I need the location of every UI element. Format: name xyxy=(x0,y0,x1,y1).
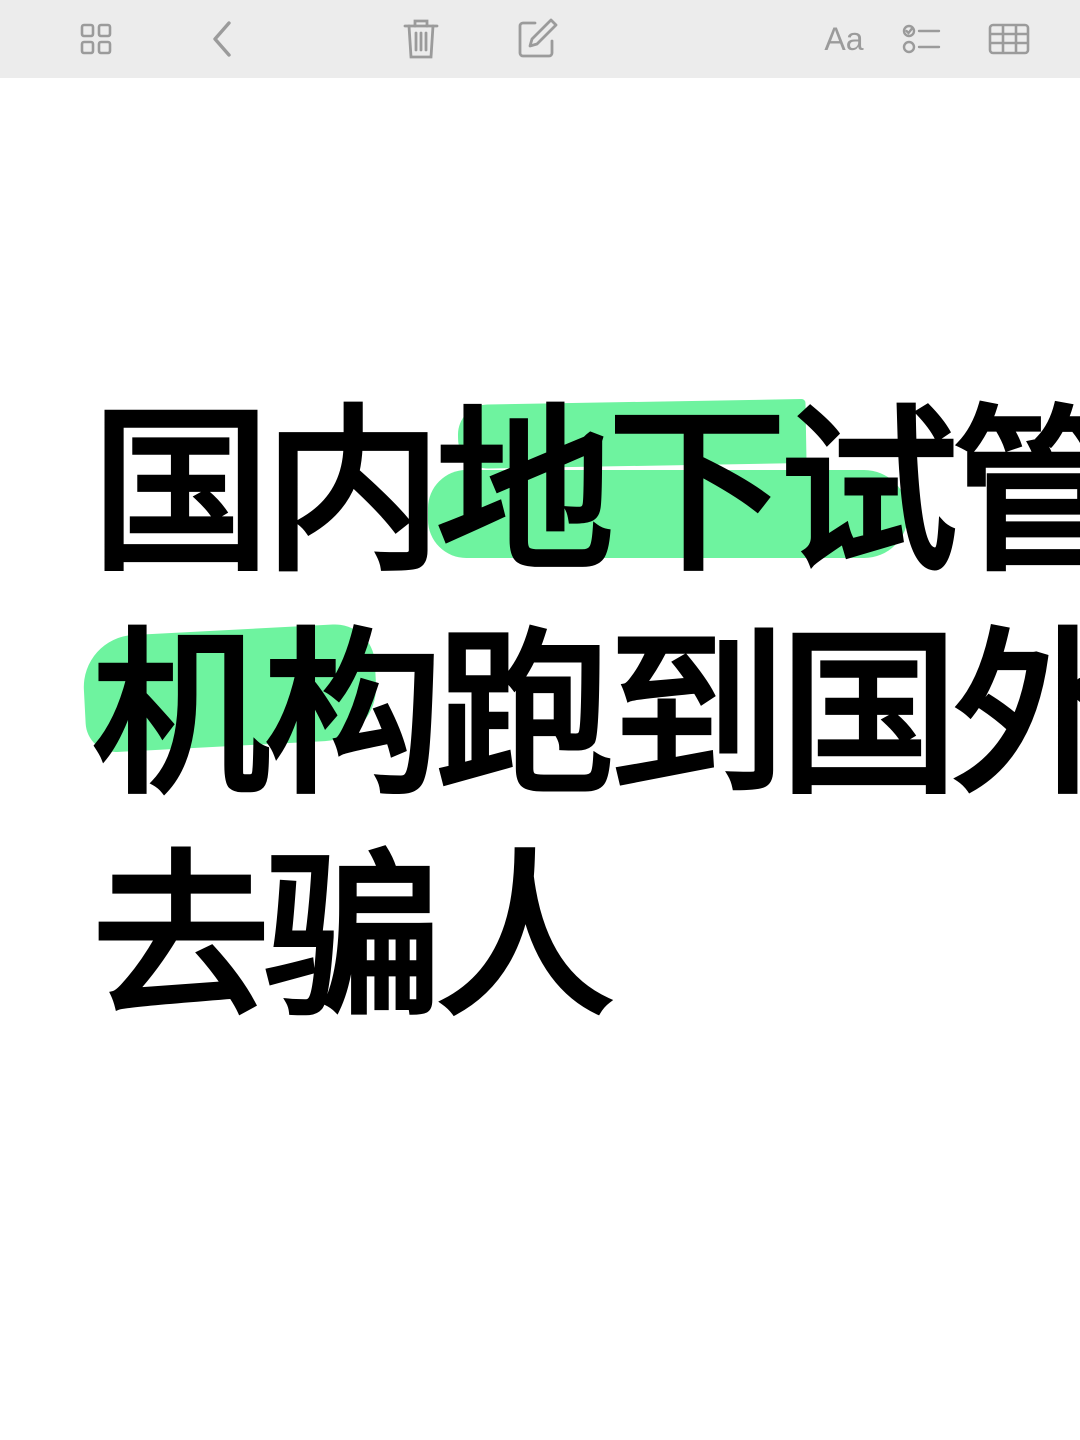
format-button[interactable]: Aa xyxy=(816,0,872,78)
note-body[interactable]: 国内地下试管 机构跑到国外 去骗人 xyxy=(0,78,1080,1440)
note-toolbar: Aa xyxy=(0,0,1080,78)
title-line-3: 去骗人 xyxy=(92,834,614,1041)
delete-button[interactable] xyxy=(398,0,444,78)
back-button[interactable] xyxy=(200,0,244,78)
grid-icon xyxy=(79,22,113,56)
gallery-button[interactable] xyxy=(70,0,122,78)
title-line-1: 国内地下试管 xyxy=(92,389,1080,596)
checklist-button[interactable] xyxy=(900,0,944,78)
checklist-icon xyxy=(902,22,942,56)
trash-icon xyxy=(402,17,440,61)
compose-button[interactable] xyxy=(512,0,562,78)
compose-icon xyxy=(515,17,559,61)
title-line-2: 机构跑到国外 xyxy=(92,612,1080,819)
table-icon xyxy=(988,23,1030,55)
table-button[interactable] xyxy=(986,0,1032,78)
text-format-icon: Aa xyxy=(824,20,864,57)
chevron-left-icon xyxy=(209,19,235,59)
